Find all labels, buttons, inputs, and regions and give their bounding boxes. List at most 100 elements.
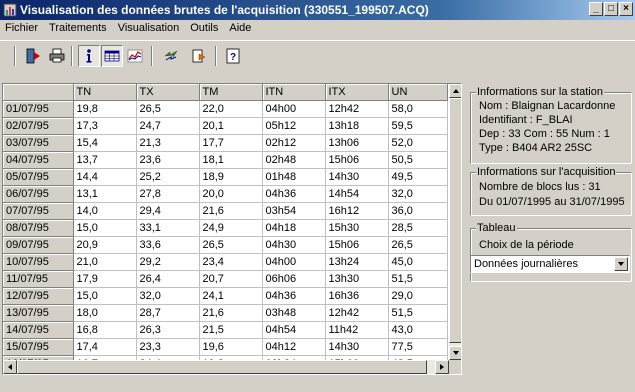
cell-un[interactable]: 50,5 <box>388 151 448 169</box>
cell-un[interactable]: 43,0 <box>388 321 448 339</box>
scroll-right-button[interactable] <box>435 360 449 374</box>
table-row[interactable]: 14/07/95 16,8 26,3 21,5 04h54 11h42 43,0 <box>3 321 448 339</box>
column-header-itn[interactable]: ITN <box>262 84 326 101</box>
menu-traitements[interactable]: Traitements <box>44 20 113 38</box>
table-corner-header[interactable] <box>3 84 74 101</box>
table-row[interactable]: 09/07/95 20,9 33,6 26,5 04h30 15h06 26,5 <box>3 236 448 254</box>
process-button[interactable] <box>160 45 182 67</box>
cell-tm[interactable]: 21,6 <box>199 202 263 220</box>
cell-tm[interactable]: 22,0 <box>199 100 263 118</box>
cell-itn[interactable]: 04h54 <box>262 321 326 339</box>
cell-tn[interactable]: 21,0 <box>73 253 137 271</box>
cell-tx[interactable]: 26,5 <box>136 100 200 118</box>
cell-tn[interactable]: 16,8 <box>73 321 137 339</box>
exit-button[interactable] <box>22 45 44 67</box>
period-dropdown-button[interactable] <box>614 257 628 271</box>
help-button[interactable]: ? <box>222 45 244 67</box>
cell-tx[interactable]: 24,7 <box>136 117 200 135</box>
cell-tn[interactable]: 19,8 <box>73 100 137 118</box>
title-bar[interactable]: Visualisation des données brutes de l'ac… <box>0 0 635 20</box>
cell-itn[interactable]: 04h00 <box>262 253 326 271</box>
row-date-header[interactable]: 02/07/95 <box>3 117 74 135</box>
cell-itx[interactable]: 15h06 <box>325 236 389 254</box>
cell-itn[interactable]: 04h36 <box>262 185 326 203</box>
column-header-un[interactable]: UN <box>388 84 448 101</box>
table-row[interactable]: 10/07/95 21,0 29,2 23,4 04h00 13h24 45,0 <box>3 253 448 271</box>
row-date-header[interactable]: 04/07/95 <box>3 151 74 169</box>
cell-itx[interactable]: 12h42 <box>325 100 389 118</box>
horizontal-scrollbar[interactable] <box>3 360 449 374</box>
row-date-header[interactable]: 08/07/95 <box>3 219 74 237</box>
cell-tx[interactable]: 29,4 <box>136 202 200 220</box>
cell-tm[interactable]: 17,7 <box>199 134 263 152</box>
cell-tx[interactable]: 23,3 <box>136 338 200 356</box>
cell-itn[interactable]: 03h54 <box>262 202 326 220</box>
cell-tm[interactable]: 20,1 <box>199 117 263 135</box>
cell-tm[interactable]: 20,7 <box>199 270 263 288</box>
cell-tx[interactable]: 21,3 <box>136 134 200 152</box>
cell-tx[interactable]: 33,6 <box>136 236 200 254</box>
table-row[interactable]: 12/07/95 15,0 32,0 24,1 04h36 16h36 29,0 <box>3 287 448 305</box>
cell-itx[interactable]: 12h42 <box>325 304 389 322</box>
cell-tx[interactable]: 33,1 <box>136 219 200 237</box>
row-date-header[interactable]: 09/07/95 <box>3 236 74 254</box>
cell-tm[interactable]: 18,1 <box>199 151 263 169</box>
menu-fichier[interactable]: Fichier <box>0 20 44 38</box>
row-date-header[interactable]: 11/07/95 <box>3 270 74 288</box>
cell-tn[interactable]: 15,4 <box>73 134 137 152</box>
cell-tn[interactable]: 15,0 <box>73 219 137 237</box>
data-grid[interactable]: TN TX TM ITN ITX UN 01/07/95 19,8 26,5 22,0 04h00… <box>2 83 462 375</box>
cell-tx[interactable]: 29,2 <box>136 253 200 271</box>
minimize-button[interactable]: _ <box>589 2 603 16</box>
close-button[interactable]: × <box>619 2 633 16</box>
table-row[interactable]: 11/07/95 17,9 26,4 20,7 06h06 13h30 51,5 <box>3 270 448 288</box>
horizontal-scroll-thumb[interactable] <box>17 360 427 374</box>
chart-view-button[interactable] <box>124 45 146 67</box>
cell-tx[interactable]: 27,8 <box>136 185 200 203</box>
cell-itx[interactable]: 14h54 <box>325 185 389 203</box>
cell-tx[interactable]: 25,2 <box>136 168 200 186</box>
table-row[interactable]: 06/07/95 13,1 27,8 20,0 04h36 14h54 32,0 <box>3 185 448 203</box>
cell-tm[interactable]: 18,9 <box>199 168 263 186</box>
row-date-header[interactable]: 13/07/95 <box>3 304 74 322</box>
cell-tx[interactable]: 23,6 <box>136 151 200 169</box>
table-row[interactable]: 05/07/95 14,4 25,2 18,9 01h48 14h30 49,5 <box>3 168 448 186</box>
cell-tx[interactable]: 26,3 <box>136 321 200 339</box>
cell-itx[interactable]: 16h36 <box>325 287 389 305</box>
cell-tn[interactable]: 17,3 <box>73 117 137 135</box>
table-row[interactable]: 04/07/95 13,7 23,6 18,1 02h48 15h06 50,5 <box>3 151 448 169</box>
cell-itx[interactable]: 11h42 <box>325 321 389 339</box>
column-header-itx[interactable]: ITX <box>325 84 389 101</box>
menu-visualisation[interactable]: Visualisation <box>113 20 186 38</box>
cell-tn[interactable]: 17,9 <box>73 270 137 288</box>
export-button[interactable] <box>188 45 210 67</box>
cell-itx[interactable]: 13h24 <box>325 253 389 271</box>
cell-un[interactable]: 45,0 <box>388 253 448 271</box>
column-header-tm[interactable]: TM <box>199 84 263 101</box>
print-button[interactable] <box>46 45 68 67</box>
cell-itn[interactable]: 06h06 <box>262 270 326 288</box>
period-select[interactable]: Données journalières <box>470 255 630 273</box>
row-date-header[interactable]: 14/07/95 <box>3 321 74 339</box>
cell-itn[interactable]: 04h12 <box>262 338 326 356</box>
row-date-header[interactable]: 06/07/95 <box>3 185 74 203</box>
cell-itx[interactable]: 13h06 <box>325 134 389 152</box>
cell-tx[interactable]: 28,7 <box>136 304 200 322</box>
table-row[interactable]: 02/07/95 17,3 24,7 20,1 05h12 13h18 59,5 <box>3 117 448 135</box>
cell-un[interactable]: 52,0 <box>388 134 448 152</box>
table-view-button[interactable] <box>101 45 123 67</box>
vertical-scroll-thumb[interactable] <box>449 98 461 343</box>
row-date-header[interactable]: 12/07/95 <box>3 287 74 305</box>
cell-itx[interactable]: 14h30 <box>325 338 389 356</box>
table-row[interactable]: 08/07/95 15,0 33,1 24,9 04h18 15h30 28,5 <box>3 219 448 237</box>
cell-tx[interactable]: 32,0 <box>136 287 200 305</box>
cell-tm[interactable]: 20,0 <box>199 185 263 203</box>
cell-un[interactable]: 77,5 <box>388 338 448 356</box>
row-date-header[interactable]: 01/07/95 <box>3 100 74 118</box>
menu-outils[interactable]: Outils <box>185 20 224 38</box>
cell-itx[interactable]: 15h30 <box>325 219 389 237</box>
table-row[interactable]: 07/07/95 14,0 29,4 21,6 03h54 16h12 36,0 <box>3 202 448 220</box>
cell-tn[interactable]: 20,9 <box>73 236 137 254</box>
maximize-button[interactable]: □ <box>604 2 618 16</box>
cell-tn[interactable]: 13,7 <box>73 151 137 169</box>
